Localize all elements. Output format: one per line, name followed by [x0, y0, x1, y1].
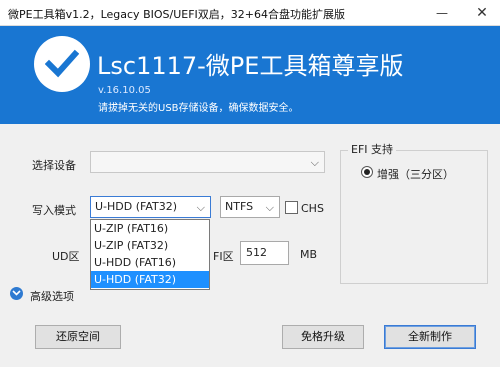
mode-option[interactable]: U-HDD (FAT16): [91, 254, 209, 271]
filesystem-select-value: NTFS: [225, 200, 254, 213]
mode-option[interactable]: U-ZIP (FAT16): [91, 220, 209, 237]
mode-select[interactable]: U-HDD (FAT32) ⌵: [90, 196, 211, 218]
efi-size-label: FI区: [213, 250, 234, 263]
checkmark-icon: [34, 36, 90, 92]
radio-selected-dot: [364, 169, 370, 175]
minimize-button[interactable]: —: [427, 0, 457, 26]
efi-group-title: EFI 支持: [348, 141, 397, 157]
filesystem-select[interactable]: NTFS ⌵: [220, 196, 280, 218]
efi-enhanced-label: 增强（三分区）: [377, 168, 454, 181]
version-text: v.16.10.05: [98, 85, 151, 96]
chevron-down-icon: ⌵: [196, 201, 205, 214]
chs-checkbox[interactable]: [285, 201, 298, 214]
unit-label: MB: [300, 248, 318, 261]
efi-size-input[interactable]: 512: [240, 241, 289, 265]
efi-size-value: 512: [246, 246, 267, 259]
upgrade-button[interactable]: 免格升级: [282, 325, 364, 349]
mode-label: 写入模式: [32, 204, 76, 217]
chevron-down-icon[interactable]: [10, 287, 23, 300]
app-name: Lsc1117-微PE工具箱尊享版: [97, 52, 404, 80]
close-button[interactable]: ✕: [467, 0, 497, 26]
mode-select-value: U-HDD (FAT32): [95, 200, 178, 213]
advanced-options-link[interactable]: 高级选项: [30, 288, 74, 304]
device-label: 选择设备: [32, 159, 76, 172]
mode-option-selected[interactable]: U-HDD (FAT32): [91, 271, 209, 288]
mode-dropdown-list: U-ZIP (FAT16) U-ZIP (FAT32) U-HDD (FAT16…: [90, 219, 210, 290]
restore-space-button[interactable]: 还原空间: [35, 325, 121, 349]
chs-label: CHS: [301, 202, 324, 215]
header-banner: Lsc1117-微PE工具箱尊享版 v.16.10.05 请拔掉无关的USB存储…: [0, 26, 500, 124]
new-install-button[interactable]: 全新制作: [384, 325, 476, 349]
warning-text: 请拔掉无关的USB存储设备，确保数据安全。: [98, 103, 299, 114]
efi-enhanced-radio[interactable]: [361, 166, 373, 178]
window-title: 微PE工具箱v1.2，Legacy BIOS/UEFI双启，32+64合盘功能扩…: [8, 8, 345, 21]
ud-label: UD区: [52, 250, 80, 263]
device-select[interactable]: ⌵: [90, 151, 325, 173]
chevron-down-icon: ⌵: [265, 201, 274, 214]
chevron-down-icon: ⌵: [310, 156, 319, 169]
mode-option[interactable]: U-ZIP (FAT32): [91, 237, 209, 254]
title-bar: 微PE工具箱v1.2，Legacy BIOS/UEFI双启，32+64合盘功能扩…: [0, 0, 500, 26]
